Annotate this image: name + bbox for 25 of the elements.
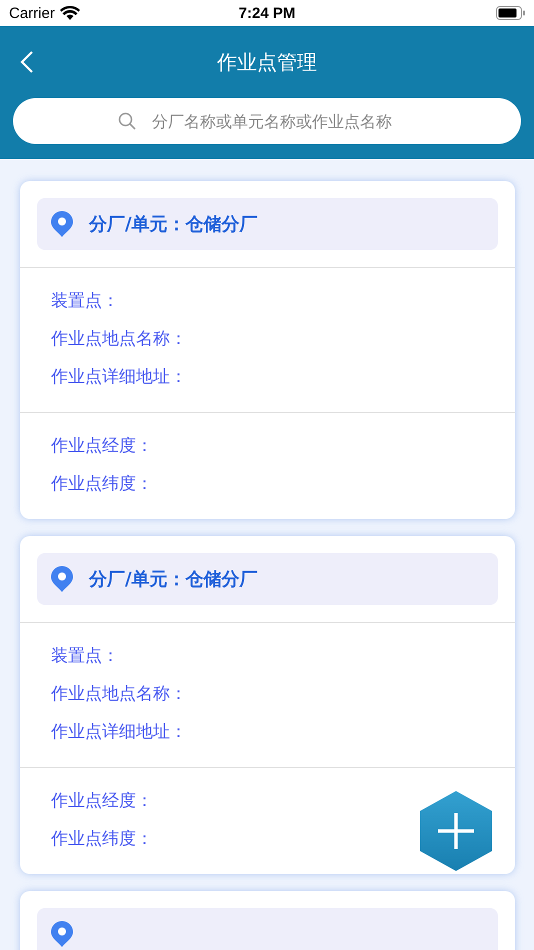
field-label: 作业点经度：	[51, 790, 153, 813]
search-icon	[118, 112, 136, 130]
field-label: 装置点：	[51, 290, 119, 313]
field-label: 作业点详细地址：	[51, 366, 187, 389]
field-label: 装置点：	[51, 645, 119, 668]
search-field[interactable]: 分厂名称或单元名称或作业点名称	[13, 98, 521, 144]
unit-label: 分厂/单元：仓储分厂	[89, 568, 258, 591]
back-button[interactable]	[20, 50, 34, 74]
location-pin-icon	[51, 921, 73, 947]
back-icon	[20, 50, 34, 74]
wifi-icon	[60, 6, 80, 20]
unit-label: 分厂/单元：仓储分厂	[89, 213, 258, 236]
status-time: 7:24 PM	[238, 4, 296, 22]
battery-icon	[496, 6, 526, 20]
plus-icon	[436, 811, 476, 851]
field-label: 作业点纬度：	[51, 473, 153, 496]
field-label: 作业点经度：	[51, 435, 153, 458]
field-label: 作业点详细地址：	[51, 721, 187, 744]
field-label: 作业点纬度：	[51, 828, 153, 851]
field-label: 作业点地点名称：	[51, 328, 187, 351]
field-label: 作业点地点名称：	[51, 683, 187, 706]
page-title: 作业点管理	[217, 48, 317, 76]
carrier-label: Carrier	[9, 4, 55, 22]
location-pin-icon	[51, 566, 73, 592]
location-pin-icon	[51, 211, 73, 237]
